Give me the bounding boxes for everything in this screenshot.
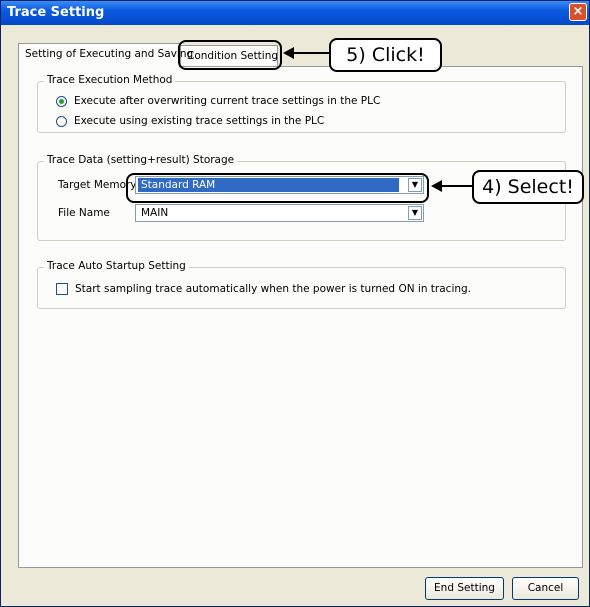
radio-existing[interactable] [56, 115, 67, 127]
close-icon[interactable]: × [569, 3, 587, 21]
callout-select: 4) Select! [472, 170, 584, 204]
arrow-to-target-memory [441, 185, 472, 187]
radio-overwrite-row[interactable]: Execute after overwriting current trace … [56, 95, 380, 107]
execution-method-group: Trace Execution Method Execute after ove… [37, 74, 566, 133]
radio-existing-label: Execute using existing trace settings in… [74, 115, 325, 127]
tab-executing-saving[interactable]: Setting of Executing and Saving [18, 43, 193, 67]
auto-startup-row[interactable]: Start sampling trace automatically when … [56, 283, 471, 295]
cancel-button[interactable]: Cancel [512, 577, 579, 600]
chevron-down-icon[interactable]: ▼ [408, 206, 422, 220]
window-title: Trace Setting [7, 5, 105, 20]
highlight-target-memory [126, 173, 429, 203]
auto-startup-checkbox[interactable] [56, 283, 68, 295]
execution-method-title: Trace Execution Method [44, 74, 176, 86]
file-name-label: File Name [58, 207, 110, 219]
auto-startup-label: Start sampling trace automatically when … [75, 283, 472, 295]
auto-startup-title: Trace Auto Startup Setting [44, 260, 189, 272]
target-memory-label: Target Memory [58, 179, 137, 191]
file-name-value: MAIN [141, 207, 169, 219]
auto-startup-group: Trace Auto Startup Setting Start samplin… [37, 260, 566, 309]
highlight-condition-tab [178, 40, 282, 70]
title-bar: Trace Setting × [1, 1, 589, 25]
arrow-head-icon [431, 180, 442, 192]
tab-executing-saving-label: Setting of Executing and Saving [25, 48, 194, 60]
tab-panel: Trace Execution Method Execute after ove… [18, 66, 583, 568]
radio-existing-row[interactable]: Execute using existing trace settings in… [56, 115, 324, 127]
radio-overwrite[interactable] [56, 95, 67, 107]
end-setting-button[interactable]: End Setting [425, 577, 504, 600]
callout-click: 5) Click! [329, 38, 442, 72]
radio-overwrite-label: Execute after overwriting current trace … [74, 95, 381, 107]
storage-title: Trace Data (setting+result) Storage [44, 154, 238, 166]
arrow-to-condition-tab [293, 52, 330, 54]
file-name-select[interactable]: MAIN ▼ [135, 204, 424, 222]
arrow-head-icon [283, 47, 294, 59]
